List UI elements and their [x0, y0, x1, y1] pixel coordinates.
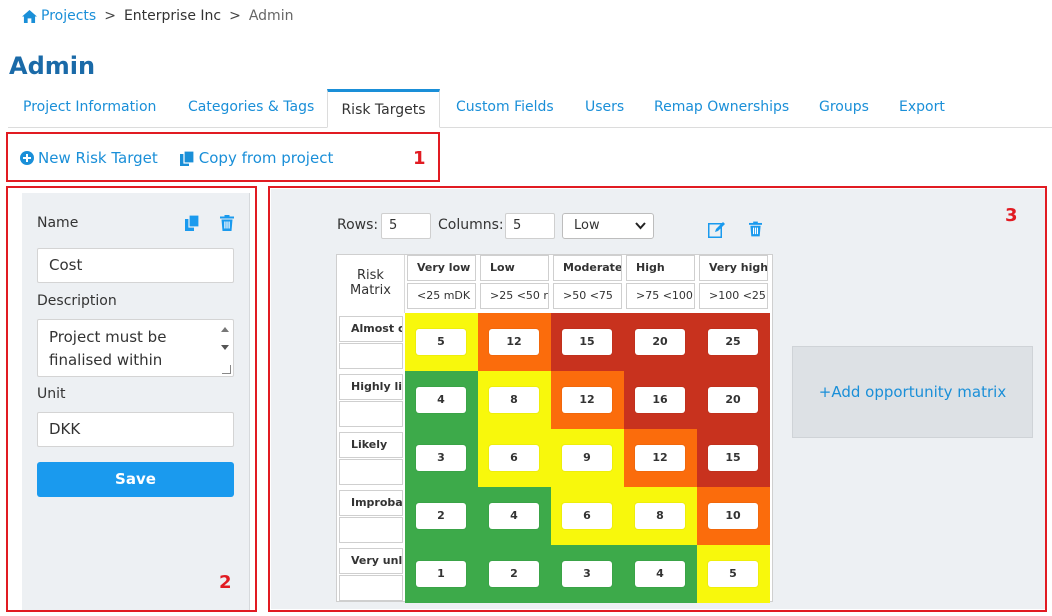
- breadcrumb-separator: >: [229, 8, 241, 24]
- breadcrumb-projects-link[interactable]: Projects: [22, 8, 96, 24]
- breadcrumb: Projects > Enterprise Inc > Admin: [22, 8, 293, 24]
- tab-risk-targets[interactable]: Risk Targets: [327, 89, 440, 128]
- annotation-number-2: 2: [219, 572, 232, 593]
- tab-categories-tags[interactable]: Categories & Tags: [188, 89, 314, 128]
- tab-remap-ownerships[interactable]: Remap Ownerships: [654, 89, 789, 128]
- page-title: Admin: [9, 52, 96, 80]
- tab-users[interactable]: Users: [585, 89, 624, 128]
- annotation-box-2: [6, 186, 257, 612]
- home-icon: [22, 9, 37, 23]
- breadcrumb-projects-label: Projects: [41, 8, 97, 24]
- breadcrumb-company[interactable]: Enterprise Inc: [124, 8, 221, 24]
- tab-custom-fields[interactable]: Custom Fields: [456, 89, 554, 128]
- breadcrumb-separator: >: [104, 8, 116, 24]
- annotation-number-3: 3: [1005, 205, 1018, 226]
- tab-project-information[interactable]: Project Information: [23, 89, 156, 128]
- breadcrumb-current: Admin: [248, 8, 294, 24]
- annotation-box-1: [6, 132, 440, 182]
- tab-export[interactable]: Export: [899, 89, 945, 128]
- tab-groups[interactable]: Groups: [819, 89, 869, 128]
- annotation-box-3: [268, 186, 1047, 612]
- annotation-number-1: 1: [413, 148, 426, 169]
- tab-bar: Project Information Categories & Tags Ri…: [8, 89, 1052, 128]
